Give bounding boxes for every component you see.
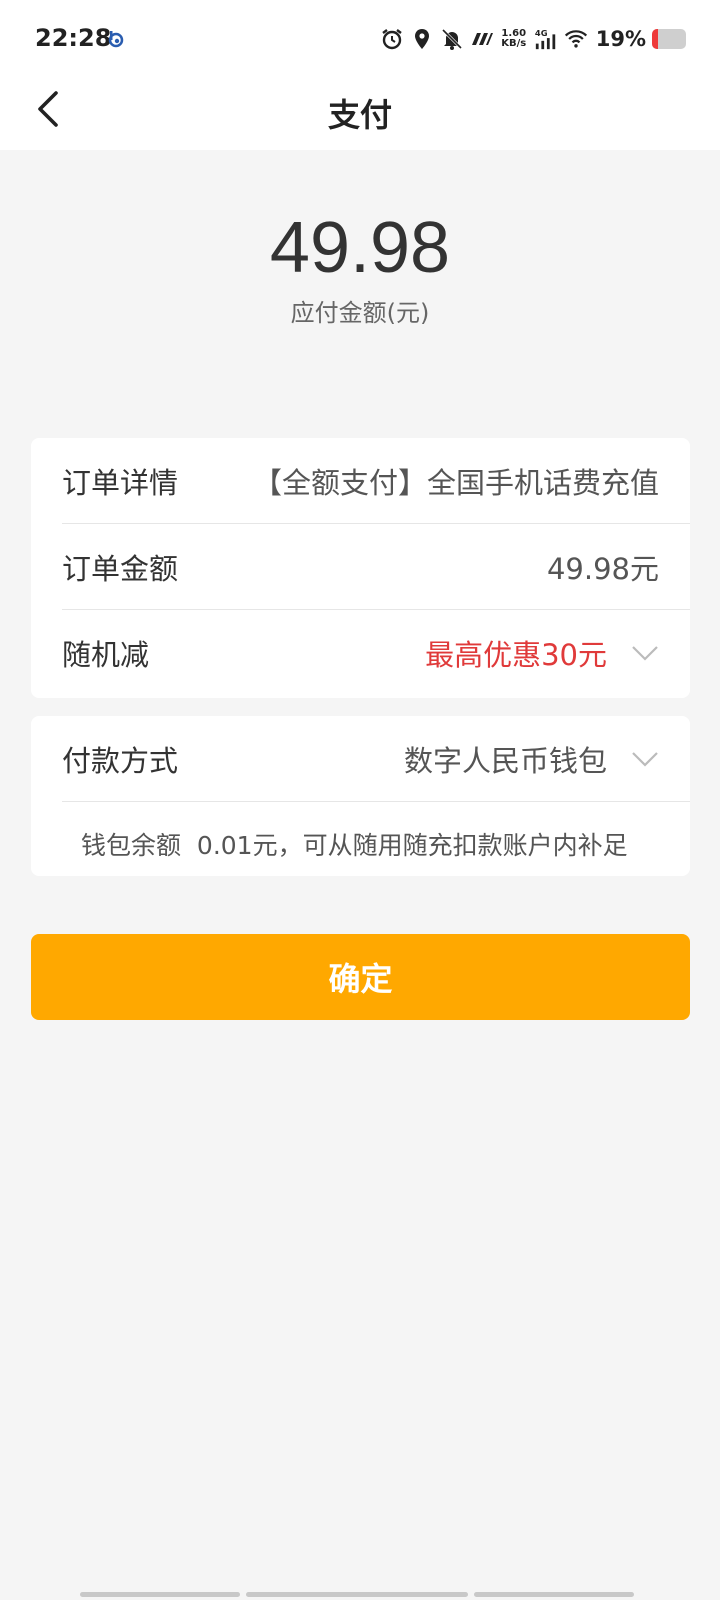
battery-level-fill xyxy=(652,29,659,49)
order-amount-row: 订单金额 49.98元 xyxy=(62,524,690,610)
gesture-bar-segment xyxy=(474,1592,634,1597)
chevron-down-icon xyxy=(632,751,658,767)
payment-method-label: 付款方式 xyxy=(62,743,179,778)
wallet-balance-text: 0.01元，可从随用随充扣款账户内补足 xyxy=(196,831,628,860)
confirm-button[interactable]: 确定 xyxy=(31,934,690,1020)
wifi-icon xyxy=(564,30,587,48)
amount-label: 应付金额(元) xyxy=(290,299,430,327)
discount-row[interactable]: 随机减 最高优惠30元 xyxy=(62,610,690,696)
payment-method-row[interactable]: 付款方式 数字人民币钱包 xyxy=(62,716,690,802)
gesture-bar-segment xyxy=(80,1592,240,1597)
order-detail-row: 订单详情 【全额支付】全国手机话费充值 xyxy=(62,438,690,524)
baidu-icon xyxy=(108,31,124,48)
status-icons: 1.60 KB/s 4G 19% xyxy=(380,24,686,54)
amount-value: 49.98 xyxy=(269,208,451,288)
status-bar: 22:28 1.60 KB/s 4G 19% xyxy=(0,0,720,70)
nfc-icon xyxy=(471,33,493,45)
signal-icon: 4G xyxy=(535,28,555,50)
discount-value-wrap: 最高优惠30元 xyxy=(425,632,690,674)
alarm-icon xyxy=(382,29,402,50)
amount-block: 49.98 应付金额(元) xyxy=(0,205,720,328)
battery-percent: 19% xyxy=(595,27,646,51)
chevron-down-icon xyxy=(632,646,658,661)
order-amount-label: 订单金额 xyxy=(62,551,179,586)
order-detail-label: 订单详情 xyxy=(62,465,179,500)
wallet-balance-note: 钱包余额 0.01元，可从随用随充扣款账户内补足 xyxy=(81,819,660,869)
net-speed: 1.60 KB/s xyxy=(500,29,528,49)
net-speed-unit: KB/s xyxy=(501,38,527,49)
payment-card: 付款方式 数字人民币钱包 钱包余额 0.01元，可从随用随充扣款账户内补足 xyxy=(31,716,690,876)
page-title: 支付 xyxy=(327,96,392,134)
order-card: 订单详情 【全额支付】全国手机话费充值 订单金额 49.98元 随机减 最高优惠… xyxy=(31,438,690,698)
nav-bar: 支付 xyxy=(0,70,720,150)
wallet-balance-label: 钱包余额 xyxy=(81,831,182,860)
status-time: 22:28 xyxy=(35,24,112,52)
mute-bell-icon xyxy=(441,28,462,50)
location-icon xyxy=(414,29,429,49)
gesture-bar xyxy=(80,1592,640,1597)
svg-text:4G: 4G xyxy=(535,28,548,38)
discount-value: 最高优惠30元 xyxy=(425,638,607,672)
payment-method-value: 数字人民币钱包 xyxy=(403,743,607,778)
gesture-bar-segment xyxy=(246,1592,468,1597)
order-amount-value: 49.98元 xyxy=(546,551,659,586)
battery-icon xyxy=(652,29,686,49)
order-detail-value: 【全额支付】全国手机话费充值 xyxy=(252,465,659,500)
discount-label: 随机减 xyxy=(62,638,150,672)
payment-method-value-wrap: 数字人民币钱包 xyxy=(404,738,690,780)
